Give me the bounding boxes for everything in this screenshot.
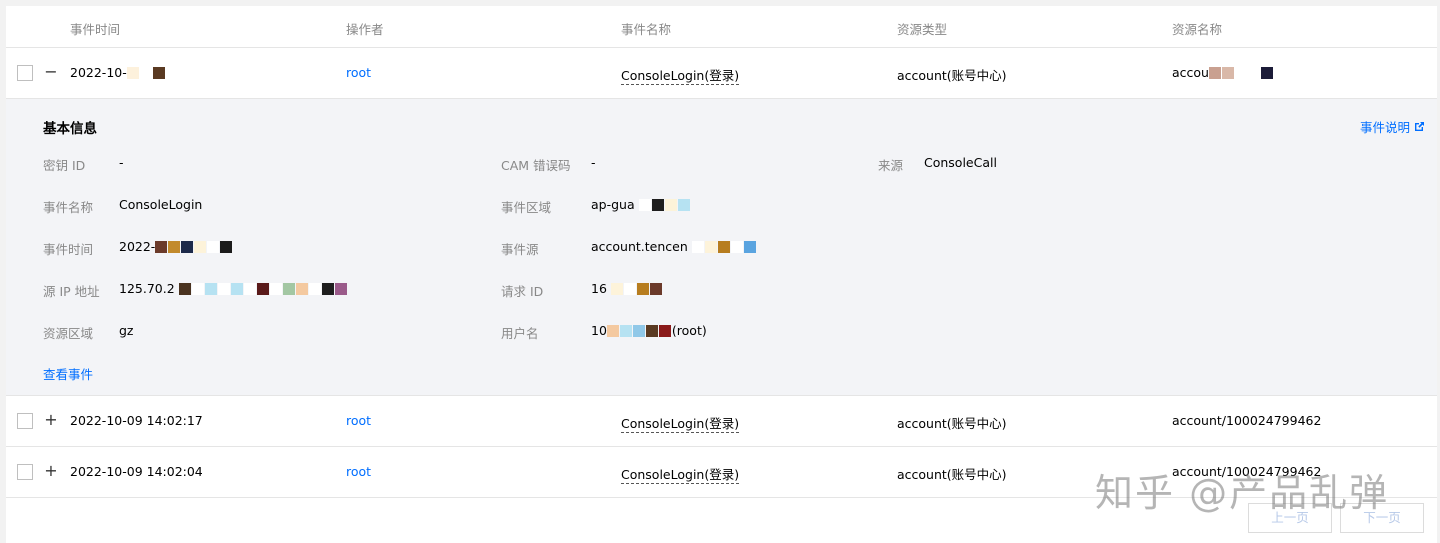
row-checkbox[interactable] — [17, 413, 33, 429]
watermark: 知乎 @产品乱弹 — [1095, 471, 1390, 515]
view-events-link[interactable]: 查看事件 — [43, 364, 93, 383]
redaction-mosaic — [1208, 66, 1274, 81]
expand-icon[interactable]: + — [44, 461, 58, 481]
expand-icon[interactable]: + — [44, 410, 58, 430]
table-row[interactable]: + 2022-10-09 14:02:17 root ConsoleLogin(… — [6, 396, 1437, 447]
header-event-time: 事件时间 — [70, 22, 121, 37]
row-checkbox[interactable] — [17, 65, 33, 81]
detail-title: 基本信息 — [43, 121, 97, 137]
header-event-name: 事件名称 — [621, 22, 672, 37]
operator-link[interactable]: root — [346, 65, 371, 80]
redaction-mosaic — [155, 240, 233, 255]
row-checkbox[interactable] — [17, 464, 33, 480]
redaction-mosaic — [126, 66, 166, 81]
table-header: 事件时间 操作者 事件名称 资源类型 资源名称 — [6, 6, 1437, 48]
row-event-name[interactable]: ConsoleLogin(登录) — [621, 65, 740, 85]
row-event-time: 2022-10-09 14:02:04 — [70, 464, 203, 479]
row-resource-type: account(账号中心) — [897, 416, 1007, 431]
redaction-mosaic — [606, 324, 672, 339]
header-resource-type: 资源类型 — [897, 22, 948, 37]
row-event-name[interactable]: ConsoleLogin(登录) — [621, 413, 740, 433]
operator-link[interactable]: root — [346, 464, 371, 479]
header-operator: 操作者 — [346, 22, 384, 37]
redaction-mosaic — [691, 240, 757, 255]
row-event-time: 2022-10-09 14:02:17 — [70, 413, 203, 428]
operator-link[interactable]: root — [346, 413, 371, 428]
collapse-icon[interactable]: − — [44, 62, 58, 82]
row-resource-type: account(账号中心) — [897, 68, 1007, 83]
event-doc-link[interactable]: 事件说明 — [1360, 117, 1425, 136]
header-resource-name: 资源名称 — [1172, 22, 1223, 37]
external-link-icon — [1414, 121, 1425, 135]
redaction-mosaic — [610, 282, 663, 297]
row-event-time: 2022-10- — [70, 65, 166, 81]
redaction-mosaic — [638, 198, 691, 213]
redaction-mosaic — [178, 282, 348, 297]
row-resource-name: accou — [1172, 65, 1274, 81]
event-detail-panel: 基本信息 事件说明 密钥 ID - CAM 错误码 - 来源 ConsoleCall … — [6, 99, 1437, 396]
row-resource-type: account(账号中心) — [897, 467, 1007, 482]
row-resource-name: account/100024799462 — [1172, 413, 1322, 428]
table-row[interactable]: − 2022-10- root ConsoleLogin(登录) account… — [6, 48, 1437, 99]
row-event-name[interactable]: ConsoleLogin(登录) — [621, 464, 740, 484]
